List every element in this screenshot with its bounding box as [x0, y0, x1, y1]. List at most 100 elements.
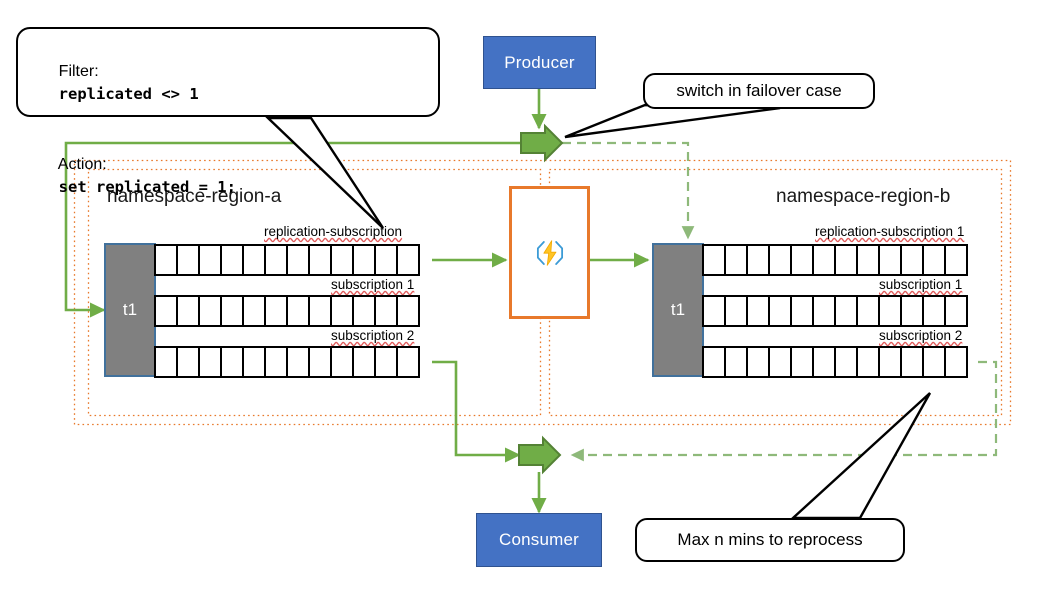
- queue-cell: [396, 346, 420, 378]
- region-b-queue-2: [702, 346, 968, 378]
- queue-cell: [768, 295, 792, 327]
- queue-cell: [944, 295, 968, 327]
- queue-cell: [308, 346, 332, 378]
- region-a-queue-2: [154, 346, 420, 378]
- queue-cell: [286, 295, 310, 327]
- queue-cell: [374, 346, 398, 378]
- producer-box[interactable]: Producer: [483, 36, 596, 89]
- queue-cell: [264, 346, 288, 378]
- rule-action-line-1: Action: set replicated = 1;: [32, 130, 426, 223]
- rule-filter-label: Filter:: [58, 63, 99, 81]
- region-b-queue-label-1: subscription 1: [879, 277, 963, 292]
- queue-cell: [176, 244, 200, 276]
- queue-cell: [264, 295, 288, 327]
- queue-cell: [352, 346, 376, 378]
- rule-callout: Filter: replicated <> 1 Action: set repl…: [16, 27, 440, 266]
- rule-filter-line: Filter: replicated <> 1: [32, 37, 426, 130]
- queue-cell: [374, 295, 398, 327]
- queue-cell: [242, 346, 266, 378]
- queue-cell: [198, 295, 222, 327]
- queue-cell: [374, 244, 398, 276]
- queue-cell: [154, 346, 178, 378]
- region-a-queue-label-1: subscription 1: [331, 277, 415, 292]
- queue-cell: [944, 346, 968, 378]
- queue-cell: [352, 244, 376, 276]
- queue-cell: [922, 244, 946, 276]
- queue-cell: [790, 295, 814, 327]
- queue-cell: [856, 244, 880, 276]
- edge-sub2-a-to-consumer: [432, 360, 521, 463]
- queue-cell: [154, 295, 178, 327]
- queue-cell: [834, 346, 858, 378]
- queue-cell: [878, 295, 902, 327]
- region-b-topic-label: t1: [670, 300, 686, 319]
- queue-cell: [746, 295, 770, 327]
- queue-cell: [176, 346, 200, 378]
- queue-cell: [264, 244, 288, 276]
- queue-cell: [330, 244, 354, 276]
- queue-cell: [746, 244, 770, 276]
- switch-failover-callout-text: switch in failover case: [676, 81, 842, 100]
- region-a-queue-1: [154, 295, 420, 327]
- queue-cell: [746, 346, 770, 378]
- rule-filter-expression: replicated <> 1: [58, 85, 199, 104]
- queue-cell: [922, 295, 946, 327]
- queue-cell: [396, 295, 420, 327]
- queue-cell: [812, 346, 836, 378]
- queue-cell: [856, 295, 880, 327]
- queue-cell: [220, 295, 244, 327]
- queue-cell: [702, 295, 726, 327]
- queue-cell: [812, 295, 836, 327]
- queue-cell: [176, 295, 200, 327]
- queue-cell: [242, 244, 266, 276]
- queue-cell: [834, 244, 858, 276]
- region-a-queue-label-0: replication-subscription: [264, 224, 403, 239]
- queue-cell: [286, 346, 310, 378]
- region-a-topic-label: t1: [122, 300, 138, 319]
- queue-cell: [330, 346, 354, 378]
- queue-cell: [198, 244, 222, 276]
- producer-label: Producer: [504, 52, 575, 72]
- queue-cell: [768, 244, 792, 276]
- queue-cell: [702, 346, 726, 378]
- queue-cell: [242, 295, 266, 327]
- queue-cell: [220, 346, 244, 378]
- reprocess-callout: Max n mins to reprocess: [635, 518, 905, 562]
- consumer-box[interactable]: Consumer: [476, 513, 602, 567]
- queue-cell: [286, 244, 310, 276]
- queue-cell: [900, 244, 924, 276]
- queue-cell: [220, 244, 244, 276]
- region-b-queue-label-0: replication-subscription 1: [815, 224, 965, 239]
- queue-cell: [724, 295, 748, 327]
- region-a-title: namespace-region-a: [107, 186, 282, 207]
- queue-cell: [724, 346, 748, 378]
- queue-cell: [900, 295, 924, 327]
- queue-cell: [352, 295, 376, 327]
- queue-cell: [900, 346, 924, 378]
- azure-function-box[interactable]: [509, 186, 590, 319]
- egress-switch-block-arrow[interactable]: [518, 435, 562, 475]
- region-a-topic-t1[interactable]: t1: [104, 243, 156, 377]
- queue-cell: [856, 346, 880, 378]
- region-b-topic-t1[interactable]: t1: [652, 243, 704, 377]
- queue-cell: [878, 346, 902, 378]
- queue-cell: [790, 244, 814, 276]
- switch-callout-leader: [564, 103, 781, 139]
- region-b-queue-1: [702, 295, 968, 327]
- region-b-title: namespace-region-b: [776, 186, 951, 207]
- reprocess-callout-text: Max n mins to reprocess: [677, 530, 863, 549]
- queue-cell: [878, 244, 902, 276]
- queue-cell: [330, 295, 354, 327]
- queue-cell: [812, 244, 836, 276]
- queue-cell: [922, 346, 946, 378]
- consumer-label: Consumer: [498, 530, 580, 549]
- switch-failover-callout: switch in failover case: [643, 73, 875, 109]
- ingress-switch-block-arrow[interactable]: [520, 123, 564, 163]
- rule-action-label: Action:: [57, 155, 107, 173]
- region-a-queue-label-2: subscription 2: [331, 328, 415, 343]
- queue-cell: [154, 244, 178, 276]
- queue-cell: [790, 346, 814, 378]
- diagram-canvas: Producer Consumer Filter: replicated <> …: [0, 0, 1046, 592]
- queue-cell: [198, 346, 222, 378]
- queue-cell: [308, 295, 332, 327]
